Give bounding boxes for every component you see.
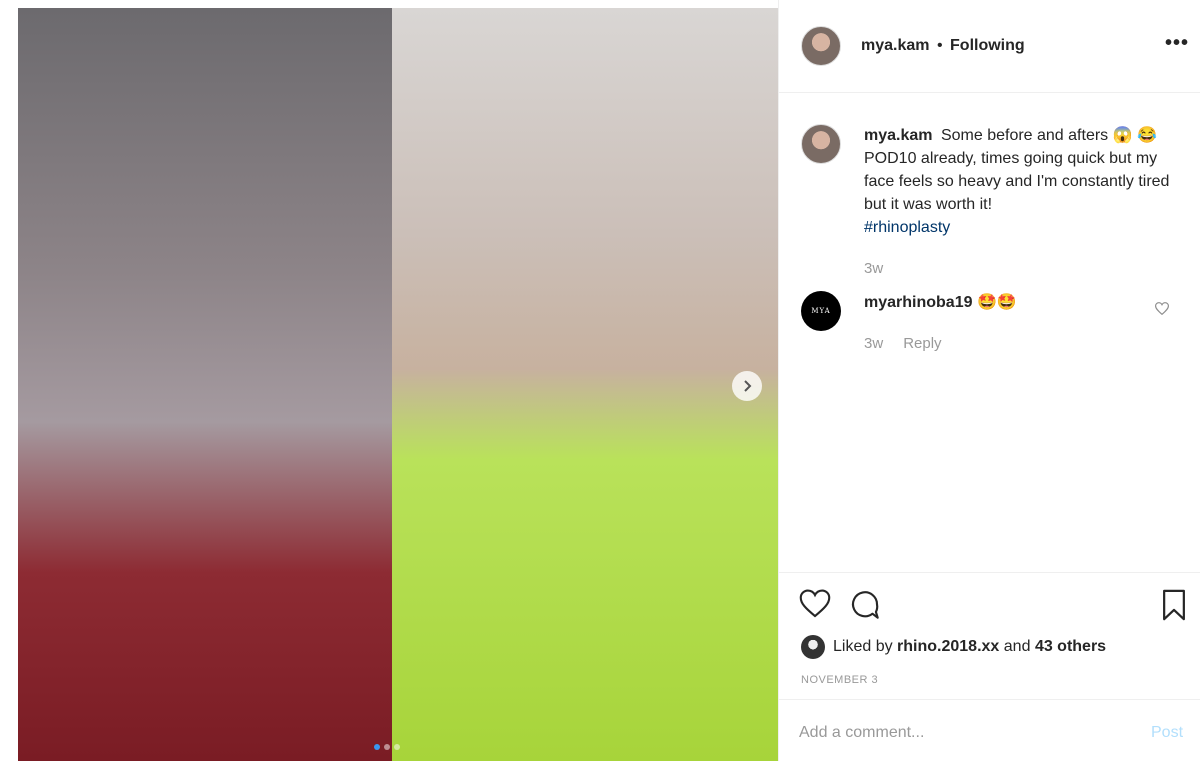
likes-prefix: Liked by (833, 638, 893, 655)
comment-timestamp[interactable]: 3w (864, 335, 883, 352)
author-username[interactable]: mya.kam (861, 37, 930, 54)
commenter-avatar[interactable]: MYA (801, 291, 841, 331)
post-caption: mya.kam Some before and afters 😱 😂 POD10… (864, 124, 1184, 239)
save-button[interactable] (1161, 589, 1187, 624)
comment: myarhinoba19 🤩🤩 (864, 292, 1017, 312)
following-button[interactable]: Following (950, 37, 1025, 54)
after-photo (392, 8, 778, 761)
caption-username[interactable]: mya.kam (864, 127, 933, 144)
carousel-dot (374, 744, 380, 750)
instagram-post: mya.kam • Following ••• mya.kam Some bef… (0, 0, 1200, 761)
likes-summary: Liked by rhino.2018.xx and 43 others (801, 635, 1106, 659)
liker-avatar[interactable] (801, 635, 825, 659)
reply-button[interactable]: Reply (903, 335, 941, 352)
caption-author-avatar[interactable] (801, 124, 841, 164)
post-actions: Liked by rhino.2018.xx and 43 others NOV… (779, 572, 1200, 698)
comment-meta: 3w Reply (864, 335, 942, 352)
carousel-indicator (374, 744, 400, 750)
like-button[interactable] (799, 589, 831, 621)
comments-section: mya.kam Some before and afters 😱 😂 POD10… (779, 94, 1200, 572)
likes-others-link[interactable]: 43 others (1035, 638, 1106, 656)
caption-timestamp[interactable]: 3w (864, 260, 883, 277)
comment-button[interactable] (849, 589, 881, 624)
post-header: mya.kam • Following ••• (779, 0, 1200, 93)
header-user-line: mya.kam • Following (861, 37, 1025, 55)
post-sidebar: mya.kam • Following ••• mya.kam Some bef… (778, 0, 1200, 761)
heart-icon (799, 589, 831, 618)
bookmark-icon (1163, 589, 1185, 621)
liker-username[interactable]: rhino.2018.xx (897, 638, 999, 656)
before-photo (18, 8, 392, 761)
author-avatar[interactable] (801, 26, 841, 66)
likes-and: and (1003, 638, 1031, 655)
carousel-dot (384, 744, 390, 750)
small-heart-icon (1154, 302, 1170, 316)
chevron-right-icon (744, 380, 752, 392)
post-date[interactable]: NOVEMBER 3 (801, 674, 878, 686)
carousel-dot (394, 744, 400, 750)
post-media-carousel[interactable] (18, 8, 778, 761)
more-options-button[interactable]: ••• (1165, 33, 1189, 53)
add-comment-bar: Post (779, 699, 1200, 761)
next-slide-button[interactable] (732, 371, 762, 401)
comment-bubble-icon (851, 591, 879, 619)
commenter-username[interactable]: myarhinoba19 (864, 294, 972, 311)
comment-like-button[interactable] (1154, 302, 1170, 318)
comment-input[interactable] (799, 724, 1129, 742)
separator: • (936, 37, 943, 54)
hashtag-link[interactable]: #rhinoplasty (864, 219, 950, 236)
comment-body: 🤩🤩 (976, 294, 1017, 311)
post-comment-button[interactable]: Post (1151, 724, 1183, 742)
